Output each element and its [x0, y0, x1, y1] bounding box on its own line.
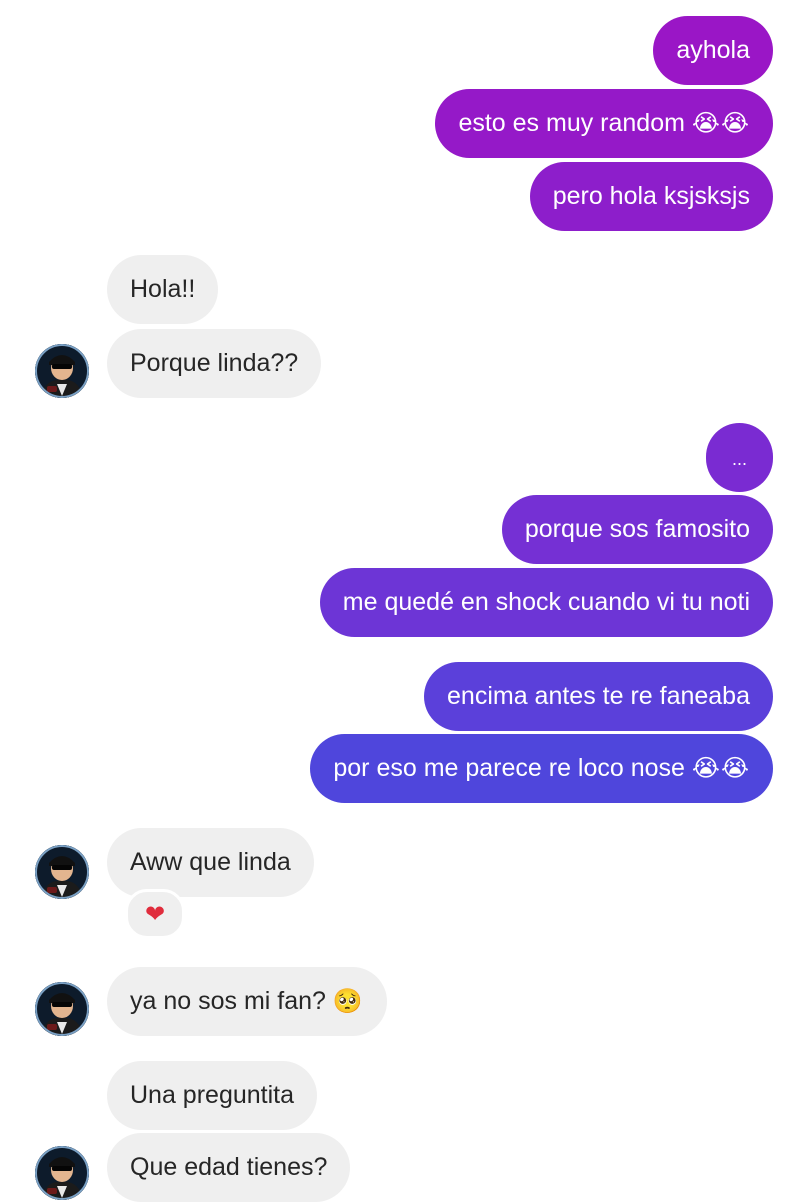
typing-dots: ...: [731, 449, 747, 469]
avatar-image: [35, 845, 89, 899]
crying-face-icon: 😭😭: [691, 755, 750, 782]
contact-avatar[interactable]: [35, 845, 89, 899]
reaction-badge[interactable]: ❤: [125, 889, 185, 939]
message-text: porque sos famosito: [524, 515, 750, 543]
sent-message[interactable]: porque sos famosito: [501, 495, 773, 564]
message-text: encima antes te re faneaba: [447, 682, 750, 710]
message-text: Que edad tienes?: [130, 1153, 328, 1181]
message-text: ayhola: [676, 36, 750, 64]
message-text: pero hola ksjsksjs: [552, 182, 750, 210]
sent-message[interactable]: ayhola: [653, 16, 773, 85]
received-message[interactable]: Porque linda??: [107, 329, 322, 398]
message-text: Porque linda??: [130, 349, 299, 377]
message-text: me quedé en shock cuando vi tu noti: [342, 588, 750, 616]
received-message[interactable]: Aww que linda: [107, 828, 314, 897]
avatar-image: [35, 344, 89, 398]
contact-avatar[interactable]: [35, 982, 89, 1036]
sent-message[interactable]: por eso me parece re loco nose 😭😭: [310, 734, 773, 803]
message-text: esto es muy random: [458, 109, 685, 137]
sent-message[interactable]: me quedé en shock cuando vi tu noti: [319, 568, 773, 637]
received-message[interactable]: Una preguntita: [107, 1061, 318, 1130]
received-message[interactable]: Que edad tienes?: [107, 1133, 351, 1202]
message-text: Aww que linda: [130, 848, 291, 876]
received-message[interactable]: Hola!!: [107, 255, 219, 324]
message-text: Una preguntita: [130, 1081, 295, 1109]
sent-message[interactable]: ...: [705, 423, 773, 492]
message-text: por eso me parece re loco nose: [333, 754, 685, 782]
crying-face-icon: 😭😭: [691, 110, 750, 137]
contact-avatar[interactable]: [35, 1146, 89, 1200]
heart-icon: ❤: [144, 900, 166, 928]
pleading-face-icon: 🥺: [332, 988, 364, 1015]
sent-message[interactable]: esto es muy random 😭😭: [435, 89, 773, 158]
sent-message[interactable]: encima antes te re faneaba: [424, 662, 773, 731]
avatar-image: [35, 982, 89, 1036]
contact-avatar[interactable]: [35, 344, 89, 398]
sent-message[interactable]: pero hola ksjsksjs: [529, 162, 773, 231]
received-message[interactable]: ya no sos mi fan? 🥺: [107, 967, 387, 1036]
message-text: Hola!!: [130, 275, 196, 303]
avatar-image: [35, 1146, 89, 1200]
message-text: ya no sos mi fan?: [130, 987, 326, 1015]
